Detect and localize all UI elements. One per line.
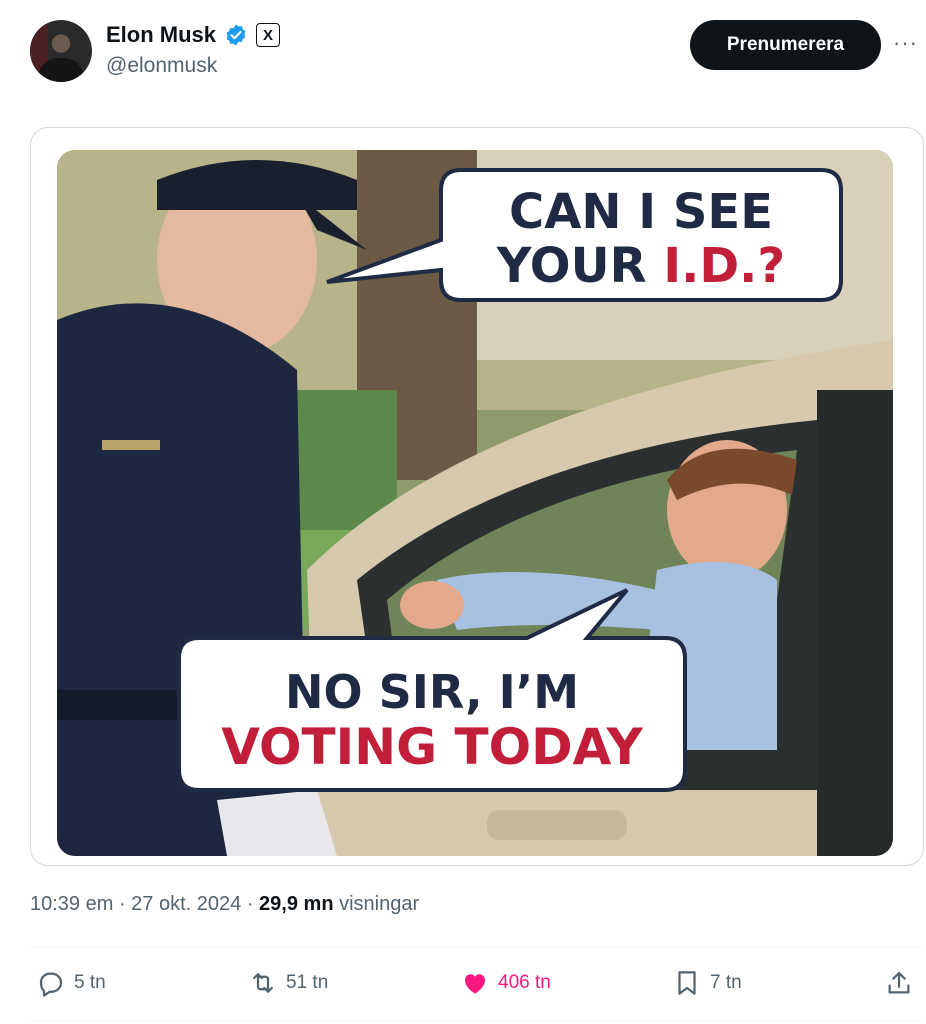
bubble-top-line2-b: I.D.? — [663, 238, 785, 294]
divider — [30, 1020, 923, 1021]
author-row: Elon Musk X — [106, 22, 281, 48]
share-icon — [888, 971, 910, 994]
repost-count: 51 tn — [286, 972, 329, 993]
views-label: visningar — [339, 893, 420, 915]
heart-icon — [465, 974, 485, 994]
repost-button[interactable]: 51 tn — [248, 968, 328, 998]
like-button[interactable]: 406 tn — [460, 968, 551, 998]
bubble-bottom-line2: VOTING TODAY — [221, 718, 643, 776]
avatar[interactable] — [30, 20, 92, 82]
bubble-bottom-line1: NO SIR, I’M — [285, 665, 579, 719]
verified-badge-icon — [226, 24, 246, 46]
author-name[interactable]: Elon Musk — [106, 22, 216, 48]
bookmark-count: 7 tn — [710, 972, 742, 993]
reply-count: 5 tn — [74, 972, 106, 993]
meta-separator: · — [241, 893, 260, 915]
subscribe-button[interactable]: Prenumerera — [690, 20, 881, 70]
like-count: 406 tn — [498, 972, 551, 993]
bubble-top-line2: YOUR I.D.? — [496, 238, 786, 294]
tweet-time[interactable]: 10:39 em — [30, 893, 113, 915]
repost-icon — [253, 973, 273, 993]
x-affiliation-icon: X — [256, 23, 281, 47]
author-handle[interactable]: @elonmusk — [106, 54, 217, 78]
views-count: 29,9 mn — [259, 893, 334, 915]
bookmark-icon — [678, 971, 696, 995]
tweet-meta: 10:39 em · 27 okt. 2024 · 29,9 mn visnin… — [30, 893, 419, 916]
meme-image[interactable]: CAN I SEE YOUR I.D.? NO SIR, I’M VOTING … — [57, 150, 893, 856]
bubble-top-line1: CAN I SEE — [509, 184, 773, 240]
reply-icon — [39, 972, 63, 997]
more-options-icon[interactable]: ··· — [893, 30, 918, 56]
meta-separator: · — [113, 893, 132, 915]
tweet-date[interactable]: 27 okt. 2024 — [131, 893, 241, 915]
divider — [30, 947, 923, 948]
reply-button[interactable]: 5 tn — [36, 968, 106, 998]
share-button[interactable] — [884, 968, 914, 998]
bubble-top-line2-a: YOUR — [496, 238, 664, 294]
bookmark-button[interactable]: 7 tn — [672, 968, 742, 998]
